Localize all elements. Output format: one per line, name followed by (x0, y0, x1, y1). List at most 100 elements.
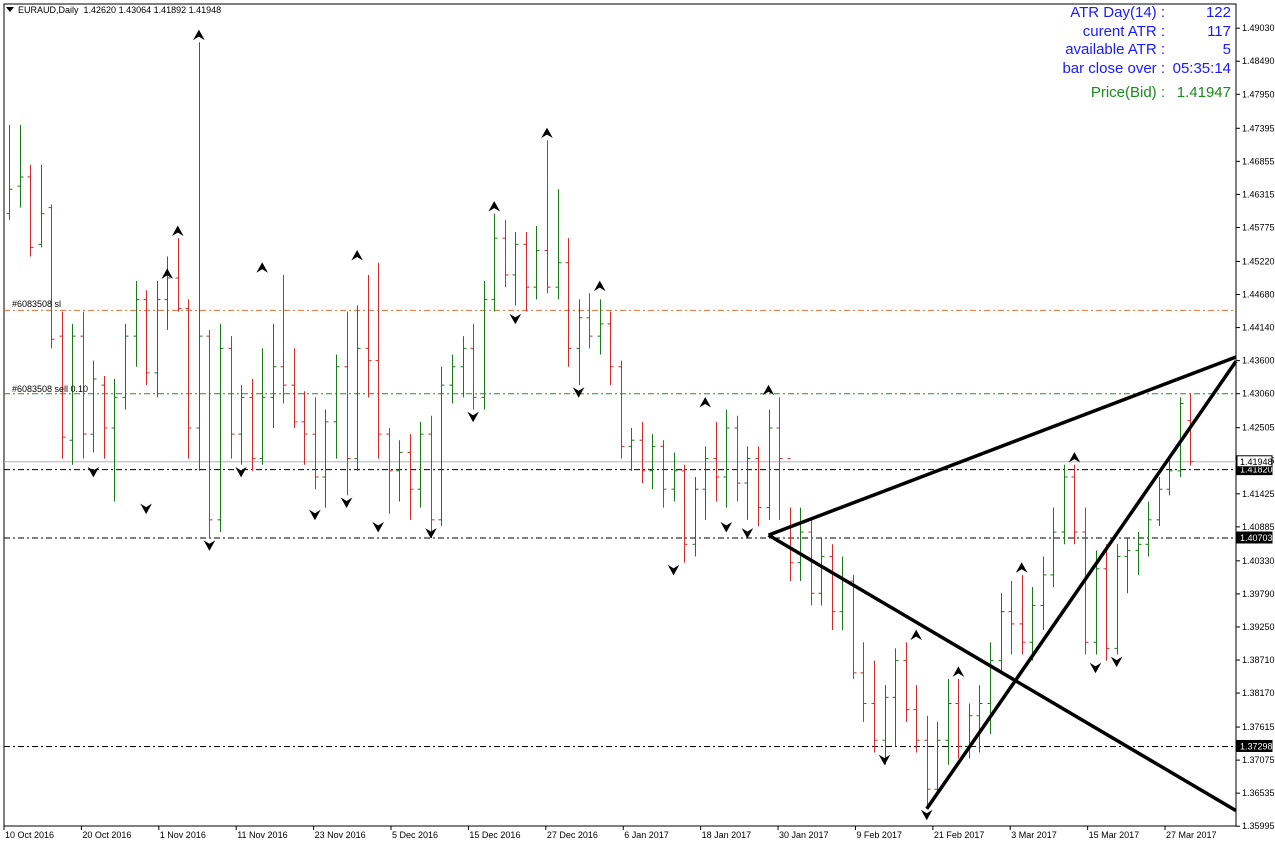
trendline-1 (767, 533, 1237, 813)
ohlc-bar (143, 290, 150, 386)
ohlc-bar (766, 409, 773, 520)
y-tick-label: 1.37075 (1242, 755, 1275, 765)
price-label-box: 1.37298 (1236, 739, 1273, 752)
fractal-up-arrow (1015, 562, 1028, 573)
fractal-up-arrow (910, 629, 922, 641)
ohlc-bar (291, 348, 298, 428)
fractal-up-arrow (699, 396, 712, 408)
atr-row-bar-close: bar close over :05:35:14 (1062, 59, 1231, 77)
fractal-up-arrow (952, 666, 965, 677)
ohlc-bar (818, 538, 825, 606)
x-tick-label: 27 Mar 2017 (1166, 830, 1217, 840)
ohlc-bar (122, 323, 129, 410)
ohlc-bar (829, 544, 836, 631)
ohlc-bar (175, 238, 182, 312)
fractal-down-arrow (372, 521, 385, 533)
ohlc-bar (533, 225, 540, 300)
ohlc-bar (502, 219, 509, 288)
bid-price-row: Price(Bid) :1.41947 (1090, 84, 1231, 101)
chart-header: EURAUD,Daily 1.42620 1.43064 1.41892 1.4… (6, 5, 221, 15)
x-tick-label: 21 Feb 2017 (934, 830, 985, 840)
fractal-markers (87, 29, 1123, 821)
ohlc-bar (386, 427, 393, 514)
order-sl-label: #6083508 sl (12, 299, 62, 309)
y-tick-label: 1.44140 (1242, 323, 1275, 333)
y-tick-label: 1.49030 (1242, 23, 1275, 33)
fractal-up-arrow (593, 280, 606, 292)
ohlc-bar (396, 440, 403, 502)
x-tick-label: 5 Dec 2016 (392, 830, 438, 840)
x-tick-label: 27 Dec 2016 (547, 830, 598, 840)
fractal-down-arrow (140, 503, 152, 515)
fractal-down-arrow (572, 387, 585, 398)
fractal-up-arrow (541, 127, 553, 139)
ohlc-bar (48, 204, 55, 349)
ohlc-bar (681, 464, 688, 563)
y-tick-label: 1.48490 (1242, 56, 1275, 66)
atr-row-day: ATR Day(14) :122 (1070, 4, 1231, 21)
ohlc-bar (280, 274, 287, 404)
ohlc-bar (375, 262, 382, 459)
y-tick-label: 1.38710 (1242, 655, 1275, 665)
ohlc-readout: 1.42620 1.43064 1.41892 1.41948 (83, 5, 222, 15)
fractal-down-arrow (425, 528, 437, 539)
ohlc-bar (639, 421, 646, 484)
ohlc-bar (576, 299, 583, 386)
y-tick-label: 1.43060 (1242, 389, 1275, 399)
fractal-up-arrow (256, 262, 268, 273)
ohlc-bar (776, 397, 783, 520)
ohlc-bar (354, 305, 361, 471)
x-tick-label: 10 Oct 2016 (5, 830, 54, 840)
ohlc-bar (734, 415, 741, 502)
ohlc-bar (301, 391, 308, 465)
ohlc-bar (1050, 507, 1057, 588)
ohlc-bar (892, 648, 899, 747)
trendlines (767, 355, 1238, 813)
ohlc-bar (407, 434, 414, 520)
time-axis: 10 Oct 2016 20 Oct 2016 1 Nov 2016 11 Nov 2… (3, 826, 1217, 840)
y-tick-label: 1.43600 (1242, 356, 1275, 366)
ohlc-bar (38, 164, 45, 248)
fractal-down-arrow (720, 521, 733, 533)
ohlc-bar (69, 323, 76, 465)
ohlc-bar (322, 409, 329, 508)
symbol-label: EURAUD,Daily (18, 5, 79, 15)
ohlc-bar (1156, 476, 1163, 526)
ohlc-bar (976, 685, 983, 753)
ohlc-bar (903, 642, 910, 722)
price-chart[interactable]: 1.49030 1.48490 1.47950 1.47395 1.46855 1.463… (0, 0, 1275, 846)
ohlc-bar (206, 330, 213, 539)
fractal-up-arrow (1068, 452, 1081, 463)
ohlc-bar (692, 476, 699, 557)
ohlc-bar (1061, 464, 1068, 545)
ohlc-bar (839, 556, 846, 631)
ohlc-bar (470, 323, 477, 410)
fractal-up-arrow (762, 384, 775, 396)
chart-canvas[interactable]: 1.49030 1.48490 1.47950 1.47395 1.46855 1.463… (0, 0, 1275, 846)
y-tick-label: 1.40885 (1242, 522, 1275, 532)
ohlc-bar (259, 348, 266, 465)
x-tick-label: 1 Nov 2016 (160, 830, 206, 840)
x-tick-label: 11 Nov 2016 (237, 830, 287, 840)
ohlc-bar (111, 379, 118, 502)
y-tick-label: 1.40330 (1242, 556, 1275, 566)
fractal-down-arrow (1089, 662, 1102, 674)
price-axis: 1.49030 1.48490 1.47950 1.47395 1.46855 1.463… (1236, 23, 1275, 831)
ohlc-bar (90, 360, 97, 453)
x-tick-label: 23 Nov 2016 (315, 830, 366, 840)
trendline-2 (925, 360, 1238, 810)
y-tick-label: 1.45220 (1242, 256, 1275, 266)
y-tick-label: 1.39790 (1242, 589, 1275, 599)
ohlc-bar (365, 274, 372, 398)
fractal-down-arrow (920, 809, 933, 821)
atr-row-available: available ATR :5 (1065, 41, 1231, 58)
x-tick-label: 20 Oct 2016 (82, 830, 131, 840)
price-label-box: 1.41948 (1236, 455, 1273, 468)
atr-row-current: curent ATR :117 (1082, 22, 1231, 40)
dropdown-triangle-icon[interactable] (6, 7, 14, 12)
fractal-down-arrow (1110, 656, 1123, 668)
fractal-up-arrow (351, 250, 363, 261)
ohlc-bar (428, 415, 435, 539)
ohlc-bar (417, 421, 424, 508)
ohlc-bar (797, 507, 804, 582)
